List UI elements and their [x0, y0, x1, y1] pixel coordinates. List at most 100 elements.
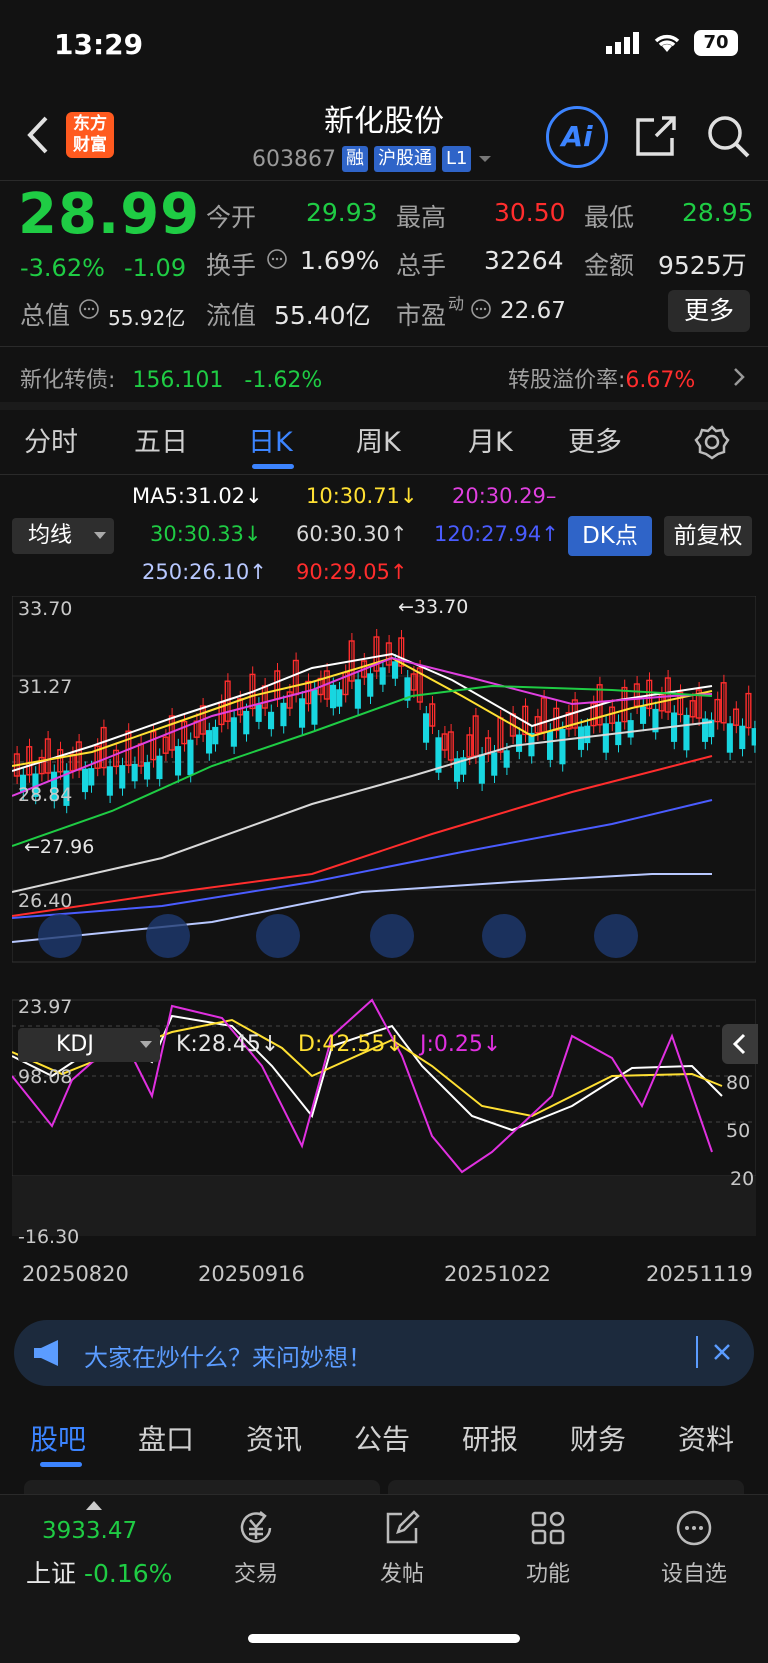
settings-gear-icon[interactable]: [694, 424, 730, 460]
kdj-axis-label: 98.08: [18, 1066, 73, 1088]
nav-add-watchlist[interactable]: 设自选: [634, 1508, 754, 1588]
tab-weekly-k[interactable]: 周K: [356, 420, 401, 459]
ma30-legend: 30:30.33↓: [150, 522, 262, 546]
tab-more[interactable]: 更多: [568, 420, 622, 459]
kline-chart[interactable]: [11, 595, 758, 1306]
dropdown-icon: [94, 532, 106, 539]
index-value[interactable]: 3933.47: [42, 1518, 137, 1544]
ma120-legend: 120:27.94↑: [434, 522, 559, 546]
stock-code-row[interactable]: 603867 融 沪股通 L1: [252, 146, 493, 172]
open-label: 今开: [206, 203, 257, 232]
candle: [354, 679, 361, 709]
search-icon[interactable]: [704, 112, 752, 160]
candle: [336, 689, 343, 707]
caret-up-icon: [86, 1501, 102, 1510]
collapse-panel-button[interactable]: [722, 1024, 758, 1064]
candle: [280, 702, 287, 727]
tab-news[interactable]: 资讯: [246, 1418, 302, 1458]
status-icons: 70: [606, 30, 738, 56]
tab-finance[interactable]: 财务: [570, 1418, 626, 1458]
premium-value: 6.67%: [625, 368, 696, 393]
amount-value: 9525万: [658, 251, 747, 280]
indicator-selector[interactable]: KDJ: [18, 1028, 160, 1062]
candle: [205, 730, 213, 754]
total-cap-label: 总值: [20, 301, 71, 330]
info-icon[interactable]: [266, 248, 288, 270]
total-cap-value: 55.92亿: [108, 306, 186, 330]
tab-announcements[interactable]: 公告: [354, 1418, 410, 1458]
nav-post-label: 发帖: [379, 1562, 424, 1587]
index-name: 上证: [26, 1559, 77, 1588]
adjust-button[interactable]: 前复权: [664, 516, 752, 556]
pe-sup: 动: [448, 294, 465, 313]
candle: [726, 723, 733, 753]
candle: [683, 714, 690, 751]
date-axis-bar: [12, 1176, 756, 1236]
kdj-axis-label: -16.30: [18, 1226, 80, 1248]
candle: [559, 728, 566, 765]
nav-functions[interactable]: 功能: [488, 1508, 608, 1588]
candle: [547, 730, 554, 760]
low-value: 28.95: [682, 198, 754, 227]
change-percent: -3.62%: [20, 254, 105, 282]
tag-connect: 沪股通: [373, 146, 436, 172]
info-icon[interactable]: [78, 298, 100, 320]
tab-profile[interactable]: 资料: [678, 1418, 734, 1458]
home-indicator: [248, 1634, 520, 1643]
info-icon[interactable]: [470, 298, 492, 320]
kdj-k: K:28.45↓: [176, 1032, 280, 1057]
tab-research[interactable]: 研报: [462, 1418, 518, 1458]
tab-order-book[interactable]: 盘口: [138, 1418, 194, 1458]
price-axis-label: 26.40: [18, 890, 73, 912]
open-value: 29.93: [306, 198, 378, 227]
volume-value: 32264: [484, 246, 564, 275]
divider: [0, 474, 768, 475]
tab-forum[interactable]: 股吧: [30, 1418, 86, 1458]
candle: [174, 746, 182, 776]
kline-chart-area[interactable]: [11, 595, 758, 1306]
close-icon[interactable]: [712, 1342, 732, 1362]
chevron-right-icon[interactable]: [732, 366, 746, 388]
yuan-exchange-icon: [240, 1511, 272, 1543]
chart-tool-button: [482, 914, 526, 958]
ma90-legend: 90:29.05↑: [296, 560, 408, 584]
nav-post[interactable]: 发帖: [342, 1508, 462, 1588]
premium-row[interactable]: 转股溢价率:6.67%: [508, 362, 695, 394]
ma-selector[interactable]: 均线: [12, 518, 114, 554]
pe-label: 市盈: [396, 301, 447, 330]
candle: [367, 673, 374, 697]
tab-five-day[interactable]: 五日: [134, 420, 188, 459]
candle: [156, 755, 163, 780]
cb-price: 156.101: [132, 368, 224, 393]
ai-button[interactable]: Ai: [546, 106, 608, 168]
period-tabs: 分时 五日 日K 周K 月K 更多: [0, 412, 768, 472]
date-label: 20250916: [198, 1262, 305, 1286]
candle: [516, 734, 523, 752]
divider: [0, 180, 768, 181]
share-icon[interactable]: [632, 112, 680, 160]
divider: [696, 1336, 698, 1368]
tab-monthly-k[interactable]: 月K: [468, 420, 513, 459]
more-button[interactable]: 更多: [668, 290, 750, 332]
candle: [423, 713, 430, 743]
candle: [81, 768, 89, 793]
date-label: 20251119: [646, 1262, 753, 1286]
tag-margin: 融: [341, 146, 368, 172]
max-price-marker: ←33.70: [398, 596, 469, 618]
tab-daily-k[interactable]: 日K: [248, 420, 293, 459]
pe-value: 22.67: [500, 298, 566, 324]
dropdown-icon: [140, 1041, 152, 1048]
grid-icon: [531, 1511, 565, 1545]
candle: [627, 720, 634, 738]
status-time: 13:29: [54, 28, 144, 61]
dk-point-button[interactable]: DK点: [568, 516, 652, 556]
candle: [106, 766, 113, 796]
convertible-bond-row[interactable]: 新化转债: 156.101 -1.62%: [20, 362, 322, 394]
chart-tool-button: [370, 914, 414, 958]
tab-intraday[interactable]: 分时: [24, 420, 78, 459]
banner-text[interactable]: 大家在炒什么？来问妙想！: [84, 1338, 372, 1373]
index-row[interactable]: 上证 -0.16%: [26, 1554, 172, 1590]
nav-functions-label: 功能: [525, 1562, 570, 1587]
ma250-legend: 250:26.10↑: [142, 560, 267, 584]
nav-trade[interactable]: 交易: [196, 1508, 316, 1588]
